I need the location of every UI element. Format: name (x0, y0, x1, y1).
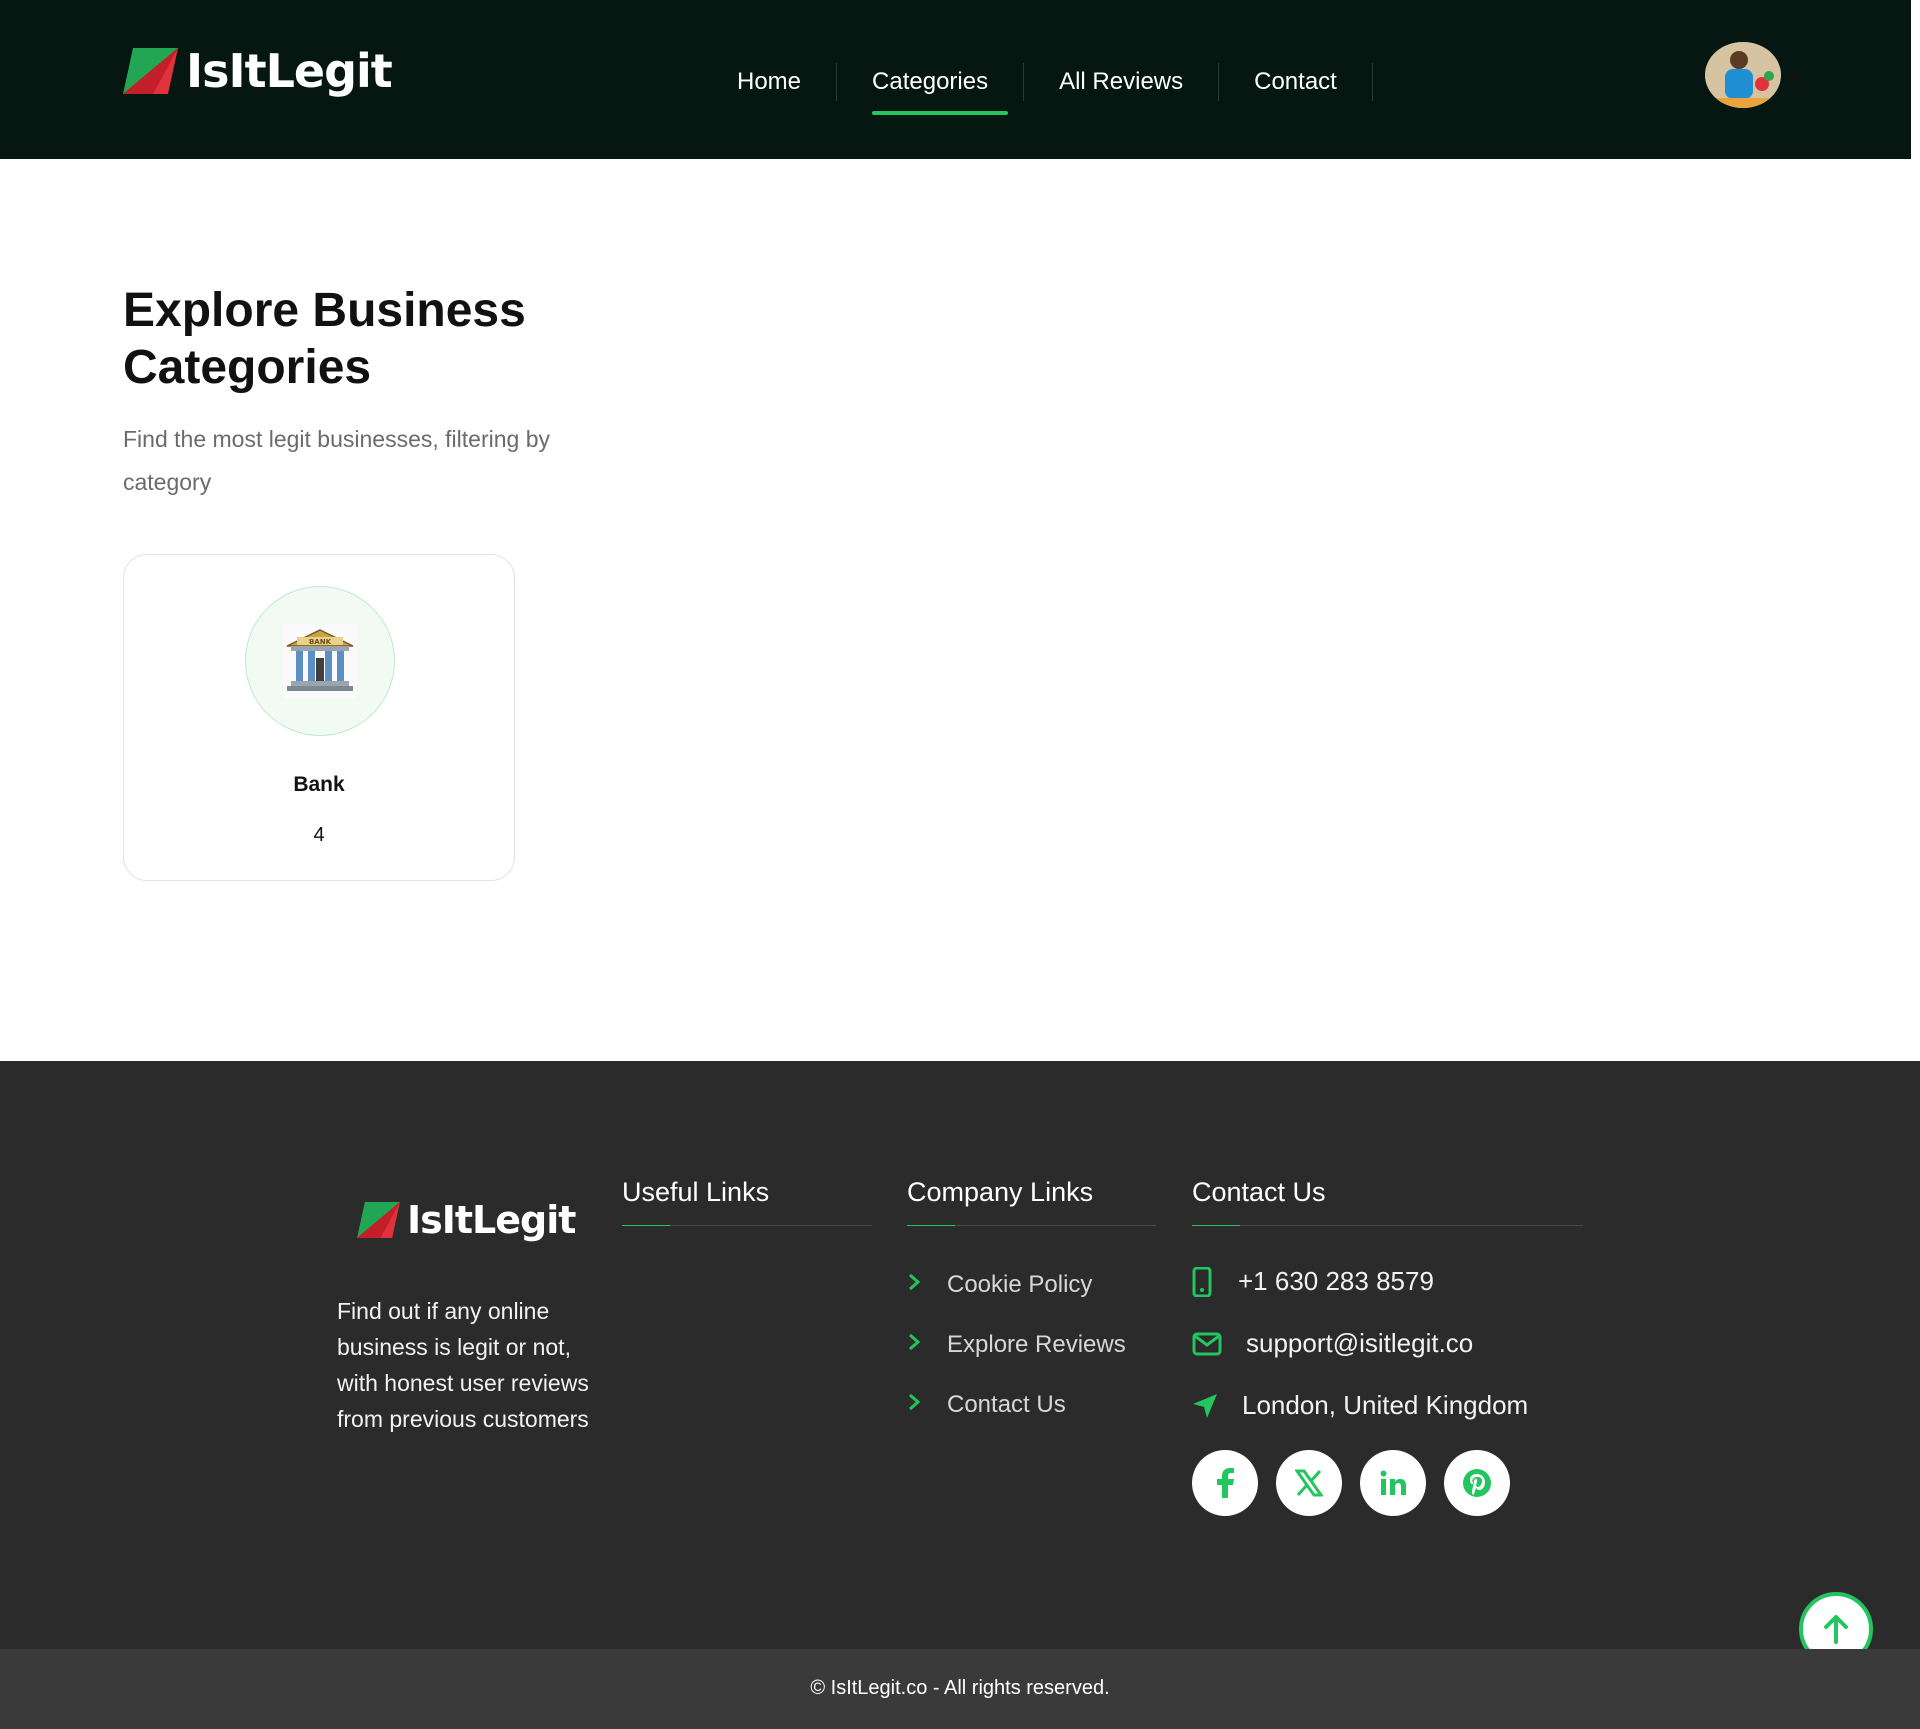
footer-link-label: Contact Us (947, 1391, 1066, 1418)
footer-link-cookie-policy[interactable]: Cookie Policy (907, 1271, 1092, 1299)
heading-divider (622, 1225, 872, 1226)
contact-phone-text: +1 630 283 8579 (1238, 1266, 1434, 1296)
copyright-bar: © IsItLegit.co - All rights reserved. (0, 1649, 1920, 1729)
site-logo[interactable]: IsItLegit (123, 44, 393, 98)
contact-location-text: London, United Kingdom (1242, 1390, 1529, 1420)
nav-all-reviews[interactable]: All Reviews (1024, 63, 1220, 101)
logo-mark-icon (357, 1202, 400, 1238)
logo-mark-icon (123, 48, 178, 94)
chevron-right-icon (907, 1392, 947, 1418)
contact-location: London, United Kingdom (1192, 1390, 1528, 1421)
nav-contact[interactable]: Contact (1219, 63, 1373, 101)
facebook-icon[interactable] (1192, 1450, 1258, 1516)
nav-categories[interactable]: Categories (837, 63, 1025, 115)
category-name: Bank (293, 773, 345, 796)
heading-divider (907, 1225, 1156, 1226)
heading-divider (1192, 1225, 1583, 1226)
location-arrow-icon (1192, 1393, 1242, 1419)
footer-about: Find out if any online business is legit… (337, 1298, 589, 1432)
site-header: IsItLegit Home Categories All Reviews Co… (0, 0, 1911, 159)
copyright-text: © IsItLegit.co - All rights reserved. (810, 1677, 1110, 1699)
page-subtitle: Find the most legit businesses, filterin… (123, 426, 550, 495)
contact-email-text: support@isitlegit.co (1246, 1328, 1474, 1358)
x-icon[interactable] (1276, 1450, 1342, 1516)
category-icon-circle: BANK (245, 586, 395, 736)
company-links-heading: Company Links (907, 1177, 1094, 1207)
footer-link-label: Explore Reviews (947, 1331, 1126, 1358)
arrow-up-icon (1824, 1615, 1848, 1644)
linkedin-icon[interactable] (1360, 1450, 1426, 1516)
footer-logo[interactable]: IsItLegit (357, 1198, 576, 1242)
contact-phone[interactable]: +1 630 283 8579 (1192, 1266, 1434, 1297)
footer-link-label: Cookie Policy (947, 1271, 1093, 1298)
category-count: 4 (313, 824, 325, 846)
social-links (1192, 1450, 1528, 1516)
useful-links-heading: Useful Links (622, 1177, 770, 1207)
main-nav: Home Categories All Reviews Contact (702, 63, 1373, 115)
chevron-right-icon (907, 1272, 947, 1298)
footer-link-contact-us[interactable]: Contact Us (907, 1391, 1066, 1419)
envelope-icon (1192, 1332, 1246, 1356)
useful-links-column: Useful Links (622, 1177, 872, 1226)
chevron-right-icon (907, 1332, 947, 1358)
page-title: Explore Business Categories (123, 284, 526, 394)
contact-heading: Contact Us (1192, 1177, 1326, 1207)
bank-icon: BANK (283, 624, 357, 698)
logo-text: IsItLegit (186, 44, 393, 98)
pinterest-icon[interactable] (1444, 1450, 1510, 1516)
nav-home[interactable]: Home (702, 63, 838, 101)
category-card-bank[interactable]: BANK Bank 4 (123, 554, 515, 881)
contact-column: Contact Us (1192, 1177, 1583, 1226)
site-footer: IsItLegit Find out if any online busines… (0, 1061, 1920, 1649)
company-links-column: Company Links (907, 1177, 1156, 1226)
contact-email[interactable]: support@isitlegit.co (1192, 1328, 1473, 1359)
double-chevron-right-icon[interactable]: ›› (1786, 60, 1798, 92)
user-avatar[interactable] (1705, 42, 1781, 108)
svg-text:BANK: BANK (309, 638, 332, 646)
phone-icon (1192, 1266, 1238, 1297)
footer-link-explore-reviews[interactable]: Explore Reviews (907, 1331, 1126, 1359)
footer-logo-text: IsItLegit (407, 1198, 576, 1242)
